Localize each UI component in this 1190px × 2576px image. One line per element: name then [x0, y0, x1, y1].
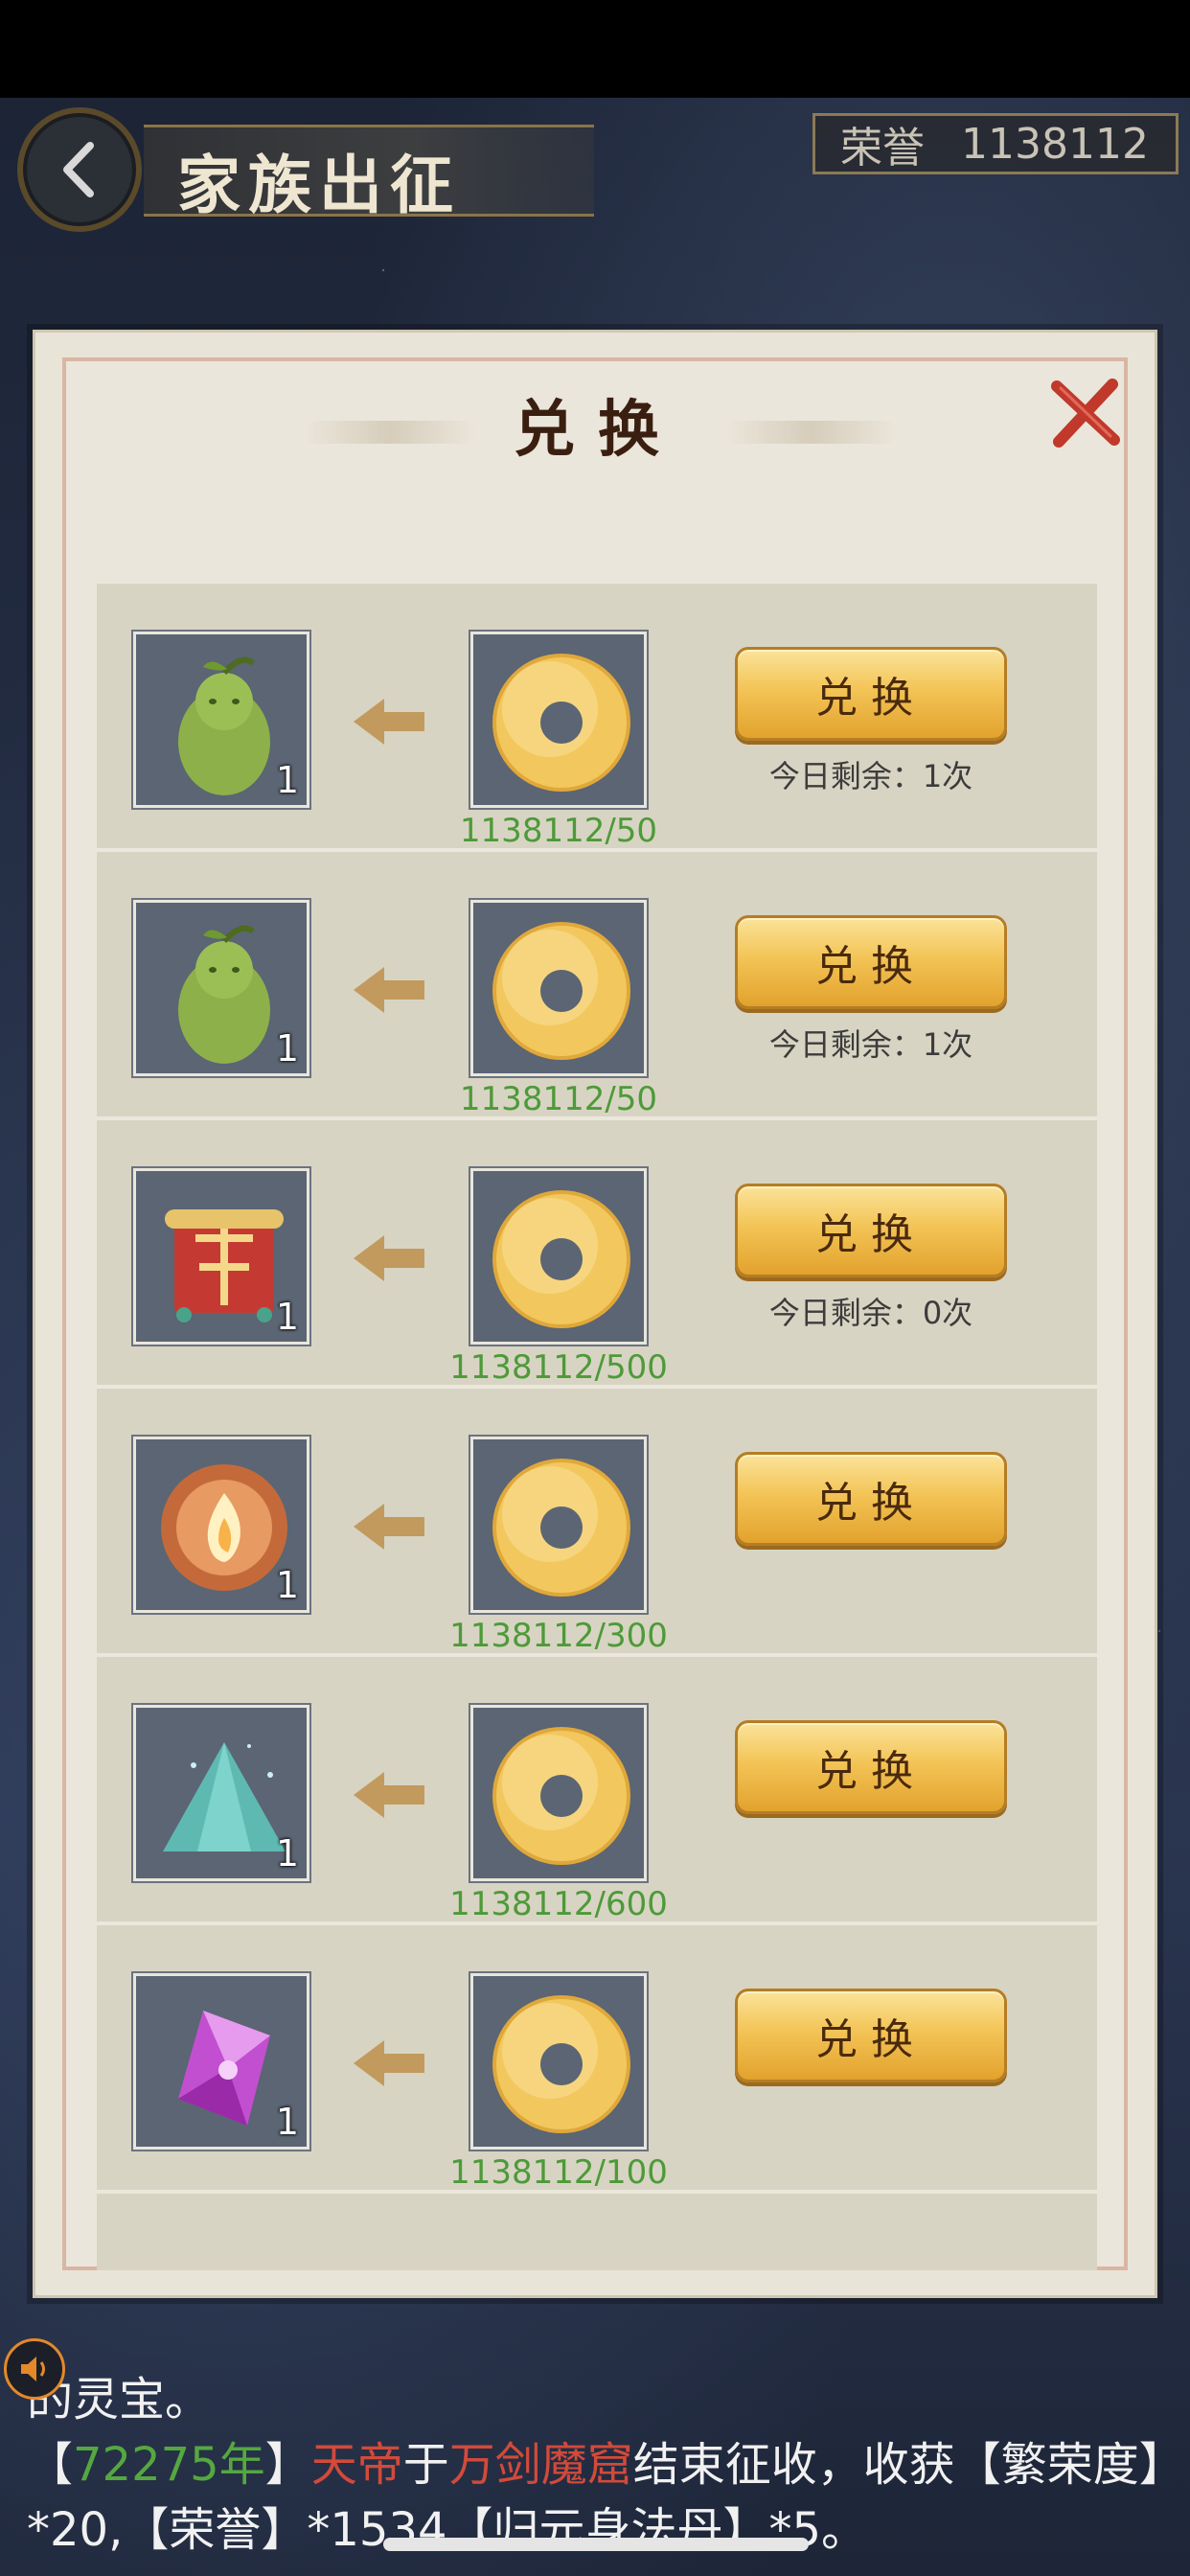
item-quantity: 1	[275, 759, 299, 801]
cost-amount: 1138112/50	[459, 1080, 658, 1118]
daily-remaining-label: 今日剩余：1次	[768, 758, 973, 794]
exchange-button[interactable]: 兑换	[735, 1989, 1007, 2082]
arrow-left-icon	[354, 967, 424, 1013]
exchange-button[interactable]: 兑换	[735, 647, 1007, 741]
gold-ring-coin-icon	[492, 1190, 630, 1328]
exchange-button[interactable]: 兑换	[735, 915, 1007, 1009]
daily-remaining-label: 今日剩余：1次	[768, 1026, 973, 1063]
item-quantity: 1	[275, 2101, 299, 2143]
exchange-button[interactable]: 兑换	[735, 1452, 1007, 1546]
cost-item-slot[interactable]	[470, 1168, 647, 1345]
arrow-left-icon	[354, 1772, 424, 1818]
cost-amount: 1138112/600	[449, 1885, 668, 1923]
voice-button[interactable]	[4, 2338, 65, 2400]
exchange-row: 1 1138112/50 兑换 今日剩余：1次	[97, 584, 1097, 852]
arrow-left-icon	[354, 1504, 424, 1550]
chat-line: 【72275年】天帝于万剑魔窟结束征收，收获【繁荣度】	[27, 2426, 1185, 2494]
exchange-row: 1 1138112/100 兑换	[97, 1925, 1097, 2194]
exchange-list[interactable]: 1 1138112/50 兑换 今日剩余：1次 1 1138112/50 兑换 …	[97, 584, 1097, 2270]
arrow-left-icon	[354, 1235, 424, 1281]
reward-item-slot[interactable]: 1	[133, 1973, 309, 2150]
cost-amount: 1138112/300	[449, 1617, 668, 1655]
item-quantity: 1	[275, 1832, 299, 1874]
reward-item-slot[interactable]: 1	[133, 632, 309, 808]
exchange-row: 1 1138112/50 兑换 今日剩余：1次	[97, 852, 1097, 1120]
item-quantity: 1	[275, 1296, 299, 1338]
chat-actor: 天帝	[310, 2438, 403, 2492]
honor-counter: 荣誉 1138112	[812, 113, 1179, 174]
home-indicator[interactable]	[383, 2538, 809, 2551]
item-quantity: 1	[275, 1564, 299, 1606]
cost-item-slot[interactable]	[470, 1705, 647, 1881]
gold-ring-coin-icon	[492, 1995, 630, 2133]
reward-item-slot[interactable]: 1	[133, 1437, 309, 1613]
cost-item-slot[interactable]	[470, 900, 647, 1076]
bracket-close: 】	[264, 2438, 311, 2492]
exchange-button[interactable]: 兑换	[735, 1184, 1007, 1277]
cost-item-slot[interactable]	[470, 1437, 647, 1613]
reward-item-slot[interactable]: 1	[133, 1168, 309, 1345]
exchange-row: 1 1138112/500 兑换 今日剩余：0次	[97, 1120, 1097, 1389]
exchange-row: 1 1138112/600 兑换	[97, 1657, 1097, 1925]
back-button[interactable]	[17, 107, 142, 232]
item-quantity: 1	[275, 1027, 299, 1070]
arrow-left-icon	[354, 699, 424, 745]
bracket-open: 【	[27, 2438, 74, 2492]
back-arrow-icon	[63, 142, 94, 197]
gold-ring-coin-icon	[492, 1727, 630, 1865]
chat-rest: 结束征收，收获【繁荣度】	[632, 2438, 1185, 2492]
exchange-button[interactable]: 兑换	[735, 1720, 1007, 1814]
arrow-left-icon	[354, 2040, 424, 2086]
gold-ring-coin-icon	[492, 654, 630, 792]
daily-remaining-label: 今日剩余：0次	[768, 1295, 973, 1331]
page-title: 家族出征	[177, 148, 461, 222]
reward-item-slot[interactable]: 1	[133, 1705, 309, 1881]
gold-ring-coin-icon	[492, 922, 630, 1060]
cost-amount: 1138112/500	[449, 1348, 668, 1387]
close-icon[interactable]	[1045, 373, 1126, 453]
chat-year: 72275年	[73, 2438, 265, 2492]
honor-label: 荣誉	[840, 124, 925, 172]
cost-item-slot[interactable]	[470, 632, 647, 808]
exchange-row: 1 1138112/300 兑换	[97, 1389, 1097, 1657]
cost-amount: 1138112/50	[459, 812, 658, 850]
chat-connector: 于	[402, 2438, 449, 2492]
chat-place: 万剑魔窟	[448, 2438, 633, 2492]
exchange-dialog: 兑换 1 1138112/50 兑换 今日剩余：1次 1 1138112/50 …	[33, 330, 1157, 2298]
dialog-title: 兑换	[514, 394, 682, 466]
reward-item-slot[interactable]: 1	[133, 900, 309, 1076]
cost-amount: 1138112/100	[449, 2153, 668, 2192]
cost-item-slot[interactable]	[470, 1973, 647, 2150]
gold-ring-coin-icon	[492, 1459, 630, 1597]
speaker-icon	[21, 2357, 45, 2381]
honor-value: 1138112	[961, 119, 1149, 169]
status-bar	[0, 0, 1190, 98]
